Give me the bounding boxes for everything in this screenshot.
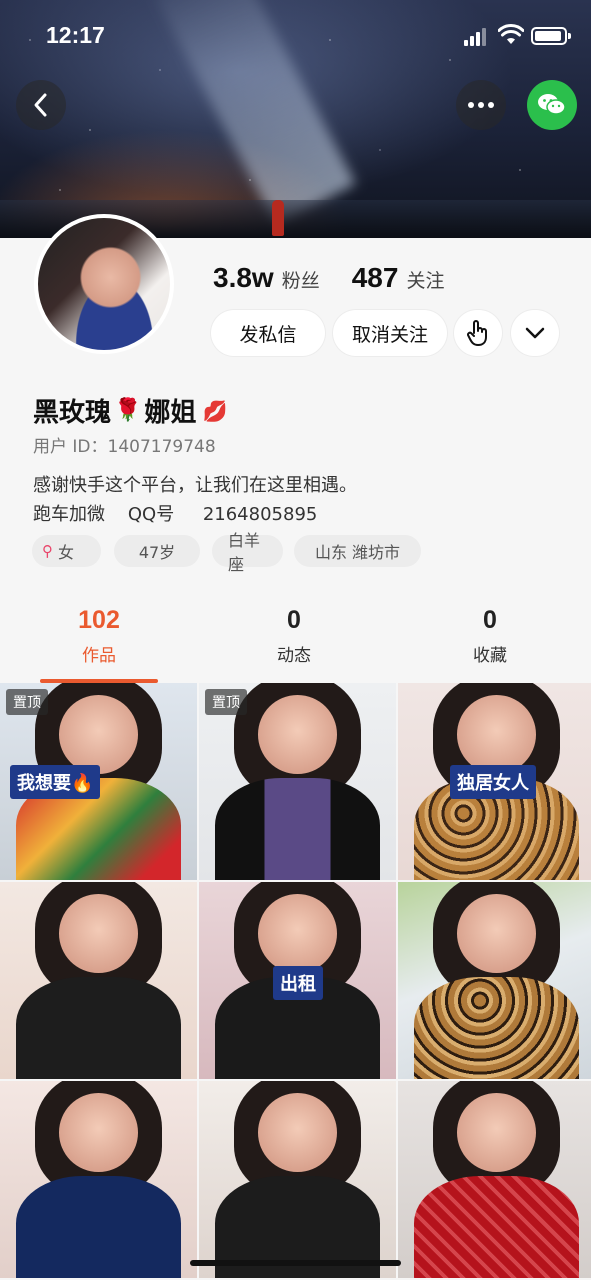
video-caption: 出租 bbox=[273, 966, 323, 1000]
tab-favorites[interactable]: 0 收藏 bbox=[430, 606, 550, 666]
video-thumbnail[interactable] bbox=[0, 1081, 197, 1278]
followers-count[interactable]: 3.8w bbox=[213, 262, 274, 294]
video-thumbnail[interactable]: 置顶 我想要🔥 bbox=[0, 683, 197, 880]
rose-icon: 🌹 bbox=[114, 398, 142, 423]
gender-text: 女 bbox=[58, 543, 75, 562]
pinned-badge: 置顶 bbox=[6, 689, 48, 715]
video-thumbnail[interactable] bbox=[398, 1081, 591, 1278]
video-caption: 我想要🔥 bbox=[10, 765, 101, 799]
battery-icon bbox=[531, 27, 571, 45]
video-grid: 置顶 我想要🔥 置顶 独居女人 出租 bbox=[0, 683, 591, 1280]
tab-posts-label: 动态 bbox=[277, 646, 311, 666]
age-tag: 47岁 bbox=[114, 535, 200, 567]
location-tag: 山东 潍坊市 bbox=[294, 535, 421, 567]
bio-line-1: 感谢快手这个平台，让我们在这里相遇。 bbox=[33, 475, 357, 496]
video-thumbnail[interactable]: 出租 bbox=[199, 882, 396, 1079]
wifi-icon bbox=[498, 24, 524, 44]
cellular-signal-icon bbox=[464, 28, 488, 46]
more-button[interactable] bbox=[456, 80, 506, 130]
status-time: 12:17 bbox=[46, 22, 105, 48]
chevron-left-icon bbox=[34, 93, 47, 117]
video-thumbnail[interactable] bbox=[398, 882, 591, 1079]
video-thumbnail[interactable]: 置顶 bbox=[199, 683, 396, 880]
pinned-badge: 置顶 bbox=[205, 689, 247, 715]
status-bar: 12:17 bbox=[0, 0, 591, 70]
avatar[interactable] bbox=[34, 214, 174, 354]
following-count[interactable]: 487 bbox=[352, 262, 399, 294]
wechat-share-button[interactable] bbox=[527, 80, 577, 130]
tab-posts-count: 0 bbox=[287, 606, 301, 634]
back-button[interactable] bbox=[16, 80, 66, 130]
tap-hand-icon bbox=[467, 320, 487, 346]
send-message-button[interactable]: 发私信 bbox=[211, 310, 325, 356]
banner-figure bbox=[272, 200, 284, 236]
tab-works-label: 作品 bbox=[82, 646, 116, 666]
expand-button[interactable] bbox=[511, 310, 559, 356]
following-label[interactable]: 关注 bbox=[406, 266, 444, 293]
bio-line-2: 跑车加微 QQ号 2164805895 bbox=[33, 504, 318, 525]
lips-icon: 💋 bbox=[202, 398, 228, 423]
video-thumbnail[interactable]: 独居女人 bbox=[398, 683, 591, 880]
gesture-button[interactable] bbox=[454, 310, 502, 356]
username-text-1: 黑玫瑰 bbox=[33, 398, 112, 428]
profile-username: 黑玫瑰 🌹 娜姐 💋 bbox=[33, 392, 227, 429]
home-indicator[interactable] bbox=[190, 1260, 401, 1266]
female-icon: ⚲ bbox=[42, 542, 53, 560]
username-text-2: 娜姐 bbox=[144, 398, 197, 428]
tab-favorites-label: 收藏 bbox=[473, 646, 507, 666]
user-id[interactable]: 用户 ID：1407179748 bbox=[33, 432, 216, 457]
tab-works-count: 102 bbox=[78, 606, 120, 634]
video-caption: 独居女人 bbox=[450, 765, 536, 799]
video-thumbnail[interactable] bbox=[0, 882, 197, 1079]
followers-label[interactable]: 粉丝 bbox=[282, 266, 320, 293]
zodiac-tag: 白羊座 bbox=[212, 531, 283, 574]
chevron-down-icon bbox=[525, 327, 545, 339]
gender-tag: ⚲ 女 bbox=[32, 535, 101, 567]
wechat-icon bbox=[538, 94, 566, 115]
more-horizontal-icon bbox=[468, 102, 494, 108]
tab-favorites-count: 0 bbox=[483, 606, 497, 634]
tab-works[interactable]: 102 作品 bbox=[39, 606, 159, 666]
tab-posts[interactable]: 0 动态 bbox=[234, 606, 354, 666]
unfollow-button[interactable]: 取消关注 bbox=[333, 310, 447, 356]
profile-stats: 3.8w 粉丝 487 关注 bbox=[213, 262, 476, 294]
video-thumbnail[interactable] bbox=[199, 1081, 396, 1278]
